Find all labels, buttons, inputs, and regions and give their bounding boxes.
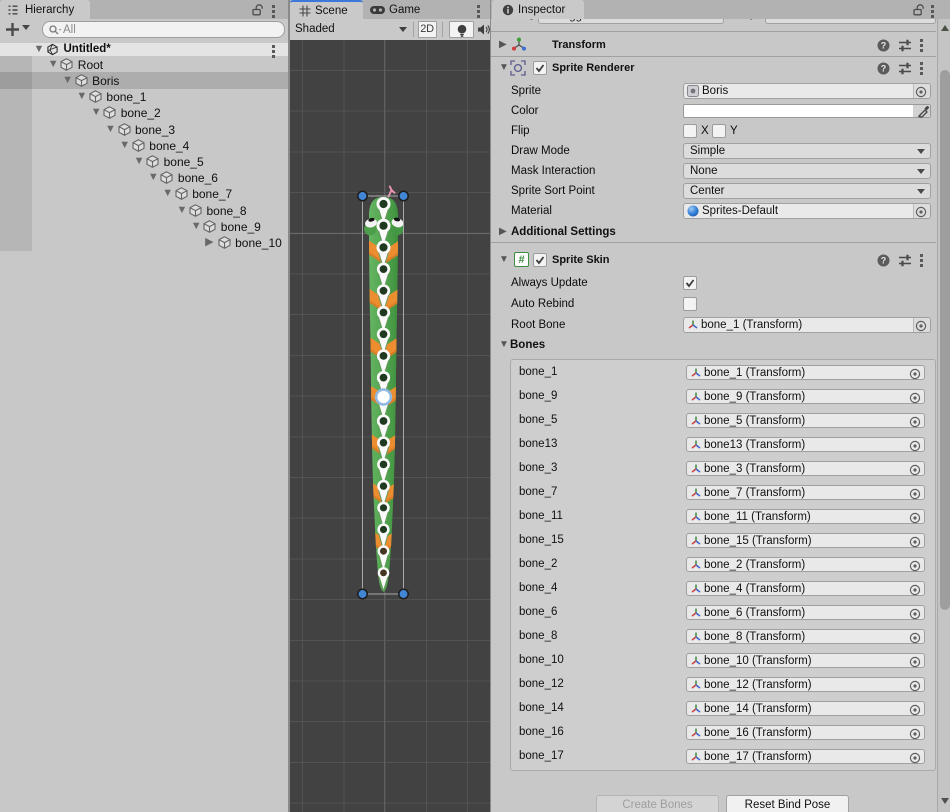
svg-text:?: ? xyxy=(881,41,887,51)
svg-text:?: ? xyxy=(881,64,887,74)
svg-text:?: ? xyxy=(881,256,887,266)
